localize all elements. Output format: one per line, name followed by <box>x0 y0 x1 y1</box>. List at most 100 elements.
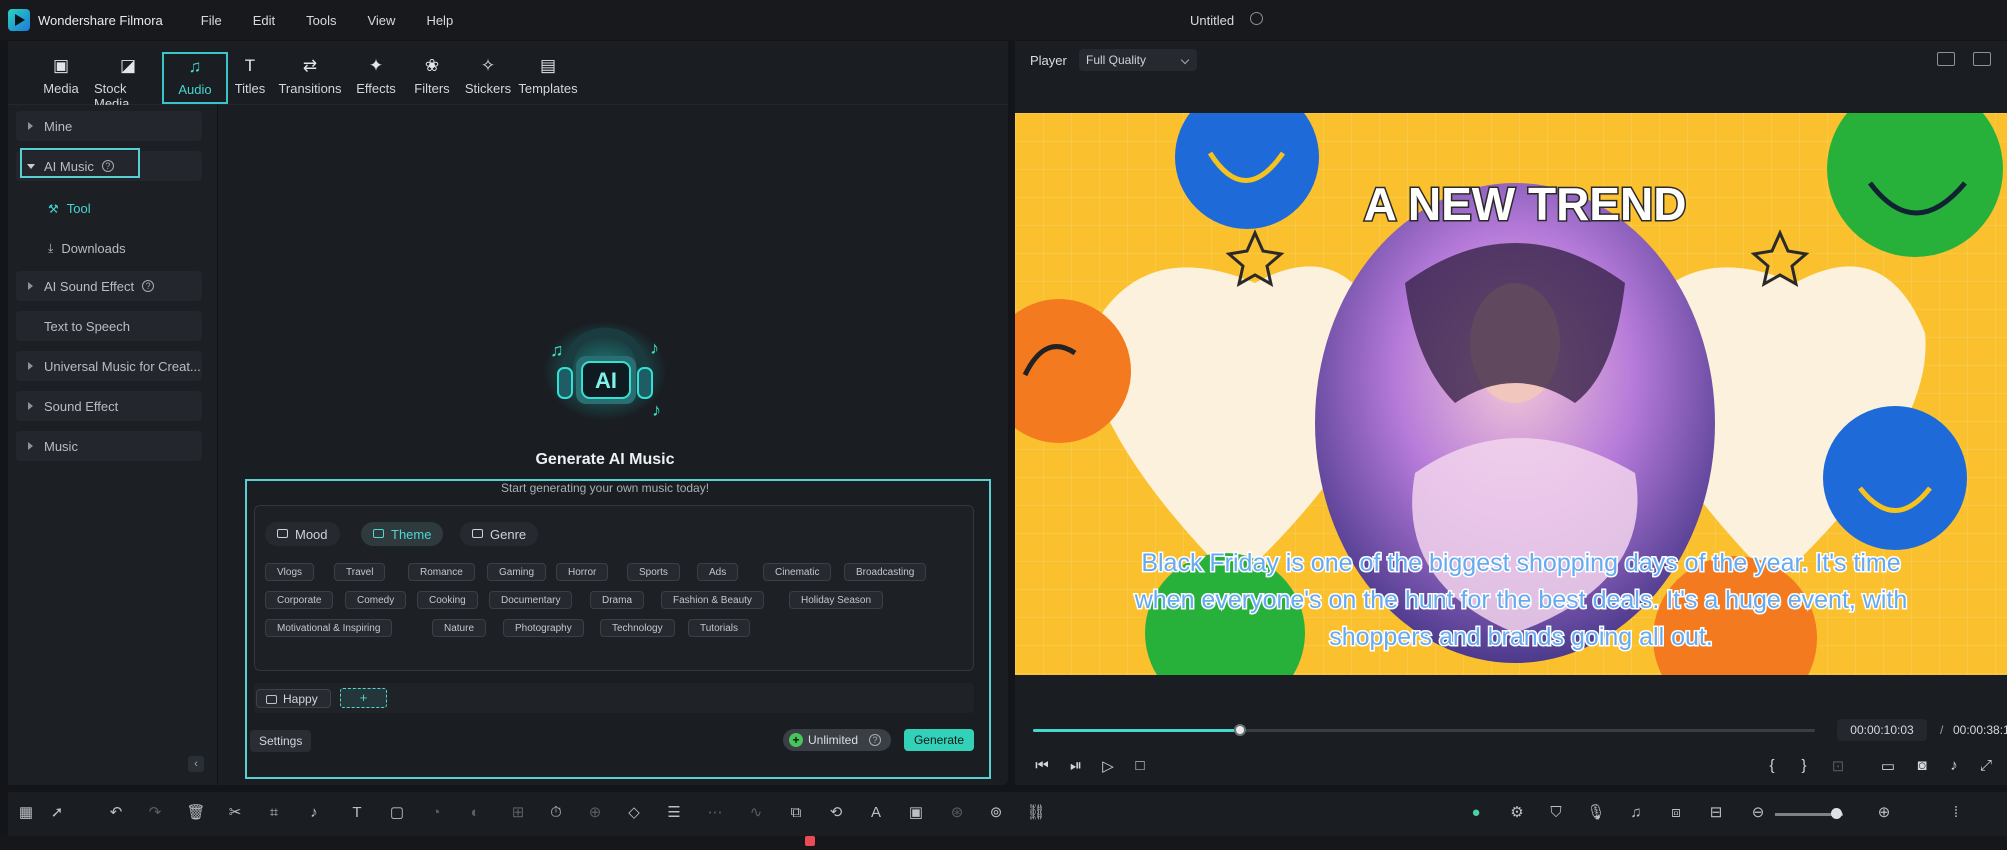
mark-out-icon[interactable]: } <box>1794 757 1814 774</box>
audio-wave-icon[interactable]: ∿ <box>746 803 766 823</box>
tag-chip[interactable]: Documentary <box>489 591 573 609</box>
sidebar-item-downloads[interactable]: ⤓ Downloads <box>48 241 126 256</box>
tag-chip[interactable]: Travel <box>334 563 386 581</box>
text-tool-icon[interactable]: T <box>347 803 367 823</box>
sidebar-item-text-to-speech[interactable]: Text to Speech <box>16 311 202 341</box>
sidebar-item-music[interactable]: Music <box>16 431 202 461</box>
snapshot-view-icon[interactable] <box>1973 52 1991 66</box>
sidebar-item-sound-effect[interactable]: Sound Effect <box>16 391 202 421</box>
tag-chip[interactable]: Comedy <box>345 591 407 609</box>
freeze-icon[interactable]: ▣ <box>906 803 926 823</box>
help-icon[interactable]: ? <box>142 280 155 292</box>
unlimited-badge[interactable]: + Unlimited? <box>783 729 891 751</box>
menu-file[interactable]: File <box>201 13 222 28</box>
tag-chip[interactable]: Cinematic <box>763 563 832 581</box>
tag-chip[interactable]: Cooking <box>417 591 478 609</box>
speed-icon[interactable]: ◔ <box>426 803 446 823</box>
volume-icon[interactable]: ♪ <box>1944 757 1964 774</box>
previous-frame-icon[interactable]: ⏮ <box>1032 757 1052 774</box>
category-genre[interactable]: Genre <box>460 522 539 546</box>
more-options-icon[interactable]: ⁞ <box>1946 803 1966 823</box>
translate-icon[interactable]: A <box>866 803 886 823</box>
tag-chip[interactable]: Sports <box>627 563 680 581</box>
tab-transitions[interactable]: ⇄ Transitions <box>272 53 348 105</box>
shape-tool-icon[interactable]: ▢ <box>387 803 407 823</box>
tag-chip[interactable]: Vlogs <box>265 563 315 581</box>
stabilize-icon[interactable]: ⊕ <box>585 803 605 823</box>
zoom-in-icon[interactable]: ⊕ <box>1874 803 1894 823</box>
tag-chip[interactable]: Tutorials <box>688 619 750 637</box>
tag-chip[interactable]: Ads <box>697 563 739 581</box>
redo-icon[interactable]: ↷ <box>145 803 165 823</box>
tab-stock-media[interactable]: ◪ Stock Media <box>94 53 162 111</box>
play-reverse-icon[interactable]: ⏯ <box>1066 757 1086 774</box>
adjust-icon[interactable]: ☰ <box>664 803 684 823</box>
render-icon[interactable]: ⊡ <box>1828 757 1848 775</box>
fit-icon[interactable]: ⊟ <box>1706 803 1726 823</box>
sidebar-item-ai-sound-effect[interactable]: AI Sound Effect? <box>16 271 202 301</box>
delete-icon[interactable]: 🗑 <box>186 803 206 823</box>
fullscreen-icon[interactable]: ⤢ <box>1976 757 1996 774</box>
tab-titles[interactable]: T Titles <box>228 53 272 105</box>
menu-edit[interactable]: Edit <box>253 13 275 28</box>
render-preview-icon[interactable]: ⚙ <box>1507 803 1527 823</box>
audio-tool-icon[interactable]: ♪ <box>304 803 324 823</box>
tag-chip[interactable]: Broadcasting <box>844 563 927 581</box>
timeline-playhead[interactable] <box>805 836 815 846</box>
zoom-slider-handle[interactable] <box>1831 808 1842 819</box>
layout-icon[interactable]: ▦ <box>16 803 36 823</box>
detach-icon[interactable]: ⧉ <box>786 803 806 823</box>
color-icon[interactable]: ◐ <box>465 803 485 823</box>
settings-button[interactable]: Settings <box>250 730 312 752</box>
tab-stickers[interactable]: ✧ Stickers <box>460 53 516 105</box>
mask-icon[interactable]: ◇ <box>624 803 644 823</box>
ai-assistant-icon[interactable]: ● <box>1466 803 1486 823</box>
ai-tool-icon[interactable]: ⊞ <box>508 803 528 823</box>
microphone-icon[interactable]: 🎙 <box>1586 803 1606 823</box>
tab-audio[interactable]: ♫ Audio <box>162 52 228 104</box>
tag-chip[interactable]: Horror <box>556 563 609 581</box>
tab-filters[interactable]: ❀ Filters <box>404 53 460 105</box>
category-mood[interactable]: Mood <box>265 522 340 546</box>
display-icon[interactable]: ▭ <box>1878 757 1898 775</box>
menu-tools[interactable]: Tools <box>306 13 336 28</box>
menu-view[interactable]: View <box>367 13 395 28</box>
timer-icon[interactable]: ⏱ <box>546 803 566 823</box>
tag-chip[interactable]: Holiday Season <box>789 591 884 609</box>
menu-help[interactable]: Help <box>426 13 453 28</box>
collapse-sidebar-button[interactable]: ‹ <box>188 756 204 772</box>
grid-view-icon[interactable] <box>1937 52 1955 66</box>
tag-chip[interactable]: Drama <box>590 591 645 609</box>
tab-media[interactable]: ▣ Media <box>28 53 94 105</box>
tag-chip[interactable]: Romance <box>408 563 475 581</box>
sync-icon[interactable]: ⟲ <box>826 803 846 823</box>
split-icon[interactable]: ⋯ <box>705 803 725 823</box>
sidebar-item-universal-music[interactable]: Universal Music for Creat... <box>16 351 202 381</box>
tab-effects[interactable]: ✦ Effects <box>348 53 404 105</box>
add-tag-button[interactable]: + <box>340 688 387 708</box>
link-icon[interactable]: ⛓ <box>1026 803 1046 823</box>
cut-icon[interactable]: ✂ <box>225 803 245 823</box>
undo-icon[interactable]: ↶ <box>106 803 126 823</box>
ai-edit-icon[interactable]: ⊚ <box>986 803 1006 823</box>
tag-chip[interactable]: Fashion & Beauty <box>661 591 764 609</box>
crop-icon[interactable]: ⌗ <box>264 803 284 823</box>
timeline-ruler[interactable] <box>0 836 2007 850</box>
tag-chip[interactable]: Nature <box>432 619 487 637</box>
generate-button[interactable]: Generate <box>904 729 974 751</box>
audio-mixer-icon[interactable]: ♫ <box>1626 803 1646 823</box>
motion-icon[interactable]: ⊛ <box>947 803 967 823</box>
playback-scrubber-handle[interactable] <box>1234 724 1246 736</box>
video-preview[interactable]: A NEW TREND Black Friday is one of the b… <box>1015 113 2007 675</box>
marker-icon[interactable]: ⛉ <box>1546 803 1566 823</box>
sidebar-item-tool[interactable]: ⚒ Tool <box>48 201 91 216</box>
tag-chip[interactable]: Photography <box>503 619 584 637</box>
play-icon[interactable]: ▷ <box>1098 757 1118 775</box>
tag-chip[interactable]: Technology <box>600 619 675 637</box>
current-time[interactable]: 00:00:10:03 <box>1837 719 1927 741</box>
sidebar-item-mine[interactable]: Mine <box>16 111 202 141</box>
selected-tag-happy[interactable]: Happy <box>256 689 331 708</box>
tag-chip[interactable]: Motivational & Inspiring <box>265 619 393 637</box>
category-theme[interactable]: Theme <box>361 522 444 546</box>
select-tool-icon[interactable]: ➚ <box>47 803 67 823</box>
